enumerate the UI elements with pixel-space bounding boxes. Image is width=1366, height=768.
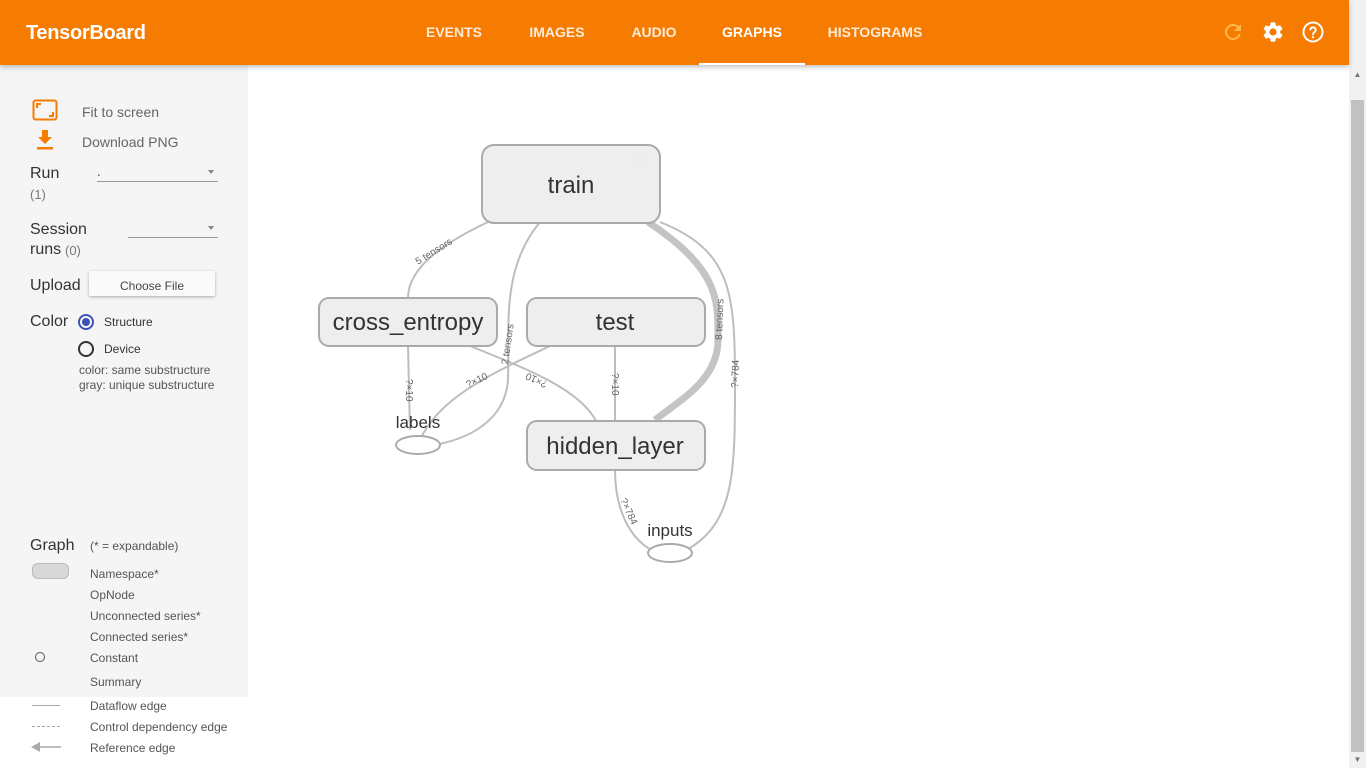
svg-text:inputs: inputs bbox=[647, 521, 692, 540]
legend-expandable-note: (* = expandable) bbox=[90, 539, 179, 553]
edge-label-train-cross: 5 tensors bbox=[414, 236, 455, 267]
color-structure-label[interactable]: Structure bbox=[104, 315, 153, 329]
fit-to-screen-icon[interactable] bbox=[32, 99, 58, 121]
session-runs-label: Session bbox=[30, 221, 87, 238]
legend-connected-series: Connected series* bbox=[90, 630, 189, 644]
download-icon[interactable] bbox=[36, 130, 54, 150]
settings-icon[interactable] bbox=[1261, 20, 1285, 44]
graph-svg[interactable]: 5 tensors 2 tensors 8 tensors ?×784 ?×10… bbox=[248, 65, 1334, 768]
color-device-label[interactable]: Device bbox=[104, 342, 141, 356]
node-cross-entropy[interactable]: cross_entropy bbox=[318, 297, 498, 347]
svg-text:train: train bbox=[548, 172, 595, 199]
run-label: Run bbox=[30, 165, 60, 182]
session-runs-label-2: runs bbox=[30, 241, 62, 258]
vertical-scrollbar[interactable]: ▲ ▼ bbox=[1349, 0, 1366, 768]
namespace-legend-icon bbox=[32, 563, 69, 579]
help-icon[interactable] bbox=[1301, 20, 1325, 44]
color-note-same: color: same substructure bbox=[79, 363, 211, 377]
dataflow-edge-legend-icon bbox=[32, 705, 60, 706]
scroll-down-arrow-icon[interactable]: ▼ bbox=[1349, 751, 1366, 768]
scroll-thumb[interactable] bbox=[1351, 100, 1364, 752]
edge-label-cross-labels: ?×10 bbox=[403, 379, 414, 402]
svg-text:hidden_layer: hidden_layer bbox=[546, 433, 683, 460]
tab-graphs[interactable]: GRAPHS bbox=[699, 0, 805, 65]
scroll-up-arrow-icon[interactable]: ▲ bbox=[1349, 66, 1366, 83]
upload-label: Upload bbox=[30, 277, 81, 294]
svg-text:test: test bbox=[596, 309, 635, 336]
legend-summary: Summary bbox=[90, 675, 142, 689]
edge-label-labels-test: ?×10 bbox=[465, 371, 490, 391]
session-runs-select[interactable] bbox=[128, 220, 218, 238]
control-edge-legend-icon bbox=[32, 726, 60, 727]
svg-text:cross_entropy: cross_entropy bbox=[333, 309, 484, 336]
dropdown-caret-icon bbox=[208, 226, 214, 230]
legend-opnode: OpNode bbox=[90, 588, 135, 602]
node-test[interactable]: test bbox=[526, 297, 706, 347]
legend-namespace: Namespace* bbox=[90, 567, 159, 581]
download-png-button[interactable]: Download PNG bbox=[82, 134, 179, 150]
dropdown-caret-icon bbox=[208, 170, 214, 174]
color-label: Color bbox=[30, 313, 69, 330]
run-count: (1) bbox=[30, 187, 46, 202]
constant-legend-icon bbox=[35, 652, 45, 662]
legend-dataflow-edge: Dataflow edge bbox=[90, 699, 167, 713]
node-inputs[interactable]: inputs bbox=[647, 521, 693, 563]
svg-text:labels: labels bbox=[396, 413, 440, 432]
fit-to-screen-button[interactable]: Fit to screen bbox=[82, 104, 159, 120]
reference-edge-legend-icon bbox=[31, 742, 61, 752]
color-device-radio[interactable] bbox=[78, 341, 94, 357]
legend-constant: Constant bbox=[90, 651, 139, 665]
tab-events[interactable]: EVENTS bbox=[408, 0, 500, 65]
tab-histograms[interactable]: HISTOGRAMS bbox=[815, 0, 935, 65]
session-runs-count: (0) bbox=[65, 243, 81, 258]
node-hidden-layer[interactable]: hidden_layer bbox=[526, 420, 706, 471]
legend-unconnected-series: Unconnected series* bbox=[90, 609, 201, 623]
edge-label-cross-hidden: ?×10 bbox=[524, 370, 549, 390]
app-title: TensorBoard bbox=[26, 22, 146, 44]
refresh-icon[interactable] bbox=[1221, 20, 1245, 44]
run-select-value: . bbox=[97, 164, 101, 179]
legend-title: Graph bbox=[30, 537, 75, 554]
tab-images[interactable]: IMAGES bbox=[511, 0, 603, 65]
top-app-bar: TensorBoard EVENTS IMAGES AUDIO GRAPHS H… bbox=[0, 0, 1349, 65]
legend-reference-edge: Reference edge bbox=[90, 741, 176, 755]
edge-label-train-inputs: ?×784 bbox=[730, 359, 742, 388]
node-labels[interactable]: labels bbox=[395, 413, 441, 455]
tab-audio[interactable]: AUDIO bbox=[613, 0, 695, 65]
edge-label-train-labels: 2 tensors bbox=[500, 323, 517, 365]
node-train[interactable]: train bbox=[481, 144, 661, 224]
edge-label-test-hidden: ?×10 bbox=[609, 373, 620, 396]
color-note-unique: gray: unique substructure bbox=[79, 378, 215, 392]
color-structure-radio[interactable] bbox=[78, 314, 94, 330]
choose-file-button[interactable]: Choose File bbox=[89, 271, 215, 296]
edge-label-train-hidden: 8 tensors bbox=[714, 299, 726, 340]
legend-control-edge: Control dependency edge bbox=[90, 720, 228, 734]
run-select[interactable]: . bbox=[97, 164, 218, 182]
